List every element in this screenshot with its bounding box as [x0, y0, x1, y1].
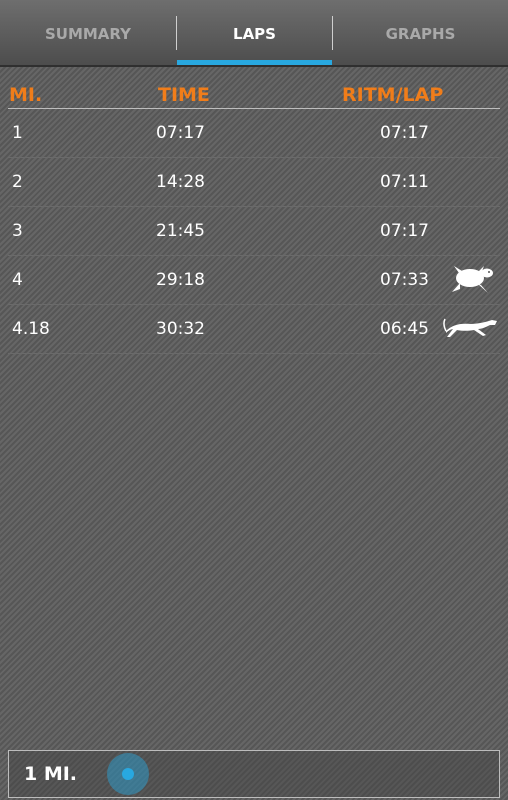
lap-mile: 3 — [12, 221, 23, 241]
tab-graphs-label: GRAPHS — [385, 25, 456, 43]
lap-mile: 4.18 — [12, 319, 50, 339]
header-time: TIME — [158, 84, 210, 106]
tab-graphs[interactable]: GRAPHS — [333, 0, 508, 65]
lap-pace: 07:17 — [380, 221, 429, 241]
lap-pace: 07:11 — [380, 172, 429, 192]
tab-summary[interactable]: SUMMARY — [0, 0, 176, 65]
lap-time: 07:17 — [156, 123, 205, 143]
lap-time: 14:28 — [156, 172, 205, 192]
lap-pace: 06:45 — [380, 319, 429, 339]
laps-table: MI. TIME RITM/LAP 1 07:17 07:17 2 14:28 … — [8, 80, 500, 354]
tab-laps[interactable]: LAPS — [177, 0, 332, 65]
laps-table-header: MI. TIME RITM/LAP — [8, 80, 500, 109]
lap-pace: 07:33 — [380, 270, 429, 290]
lap-row: 4.18 30:32 06:45 — [8, 305, 500, 354]
lap-time: 29:18 — [156, 270, 205, 290]
turtle-icon — [452, 266, 493, 293]
lap-mile: 2 — [12, 172, 23, 192]
knob-dot-icon — [122, 768, 134, 780]
header-pace: RITM/LAP — [342, 84, 444, 106]
header-mi: MI. — [9, 84, 43, 106]
tab-laps-label: LAPS — [233, 25, 276, 43]
active-tab-indicator — [177, 60, 332, 65]
bottom-distance-bar: 1 MI. — [8, 750, 500, 798]
lap-row: 2 14:28 07:11 — [8, 158, 500, 207]
tab-bar: SUMMARY LAPS GRAPHS — [0, 0, 508, 67]
lap-row: 3 21:45 07:17 — [8, 207, 500, 256]
distance-label: 1 MI. — [24, 763, 78, 785]
tab-summary-label: SUMMARY — [44, 25, 132, 43]
lap-time: 21:45 — [156, 221, 205, 241]
lap-mile: 1 — [12, 123, 23, 143]
lap-row: 1 07:17 07:17 — [8, 109, 500, 158]
lap-row: 4 29:18 07:33 — [8, 256, 500, 305]
cheetah-icon — [443, 318, 497, 337]
lap-mile: 4 — [12, 270, 23, 290]
lap-time: 30:32 — [156, 319, 205, 339]
lap-pace: 07:17 — [380, 123, 429, 143]
distance-slider-knob[interactable] — [107, 753, 149, 795]
